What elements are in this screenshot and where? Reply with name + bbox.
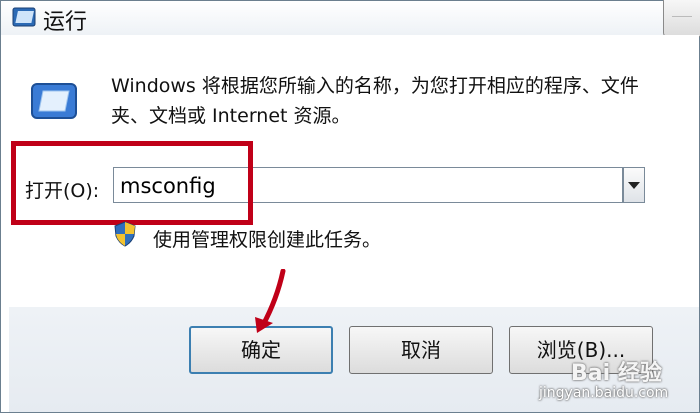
uac-shield-icon: [114, 221, 136, 247]
dropdown-arrow-icon[interactable]: [628, 182, 640, 190]
run-icon: [12, 7, 36, 27]
browse-button[interactable]: 浏览(B)...: [509, 326, 653, 374]
admin-note: 使用管理权限创建此任务。: [153, 229, 382, 251]
window-title: 运行: [43, 10, 88, 35]
cancel-button[interactable]: 取消: [349, 326, 493, 374]
open-dropdown-button[interactable]: [623, 167, 645, 203]
close-button[interactable]: [663, 0, 700, 37]
title-bar: 运行: [1, 0, 700, 37]
annotation-arrow: [255, 269, 286, 333]
run-dialog: 运行 Windows 将根据您所输入的名称，为您打开相应的程序、文件夹、文档或 …: [0, 0, 700, 413]
highlight-box: [11, 141, 253, 225]
run-icon: [31, 83, 77, 119]
run-description: Windows 将根据您所输入的名称，为您打开相应的程序、文件夹、文档或 Int…: [111, 75, 639, 127]
